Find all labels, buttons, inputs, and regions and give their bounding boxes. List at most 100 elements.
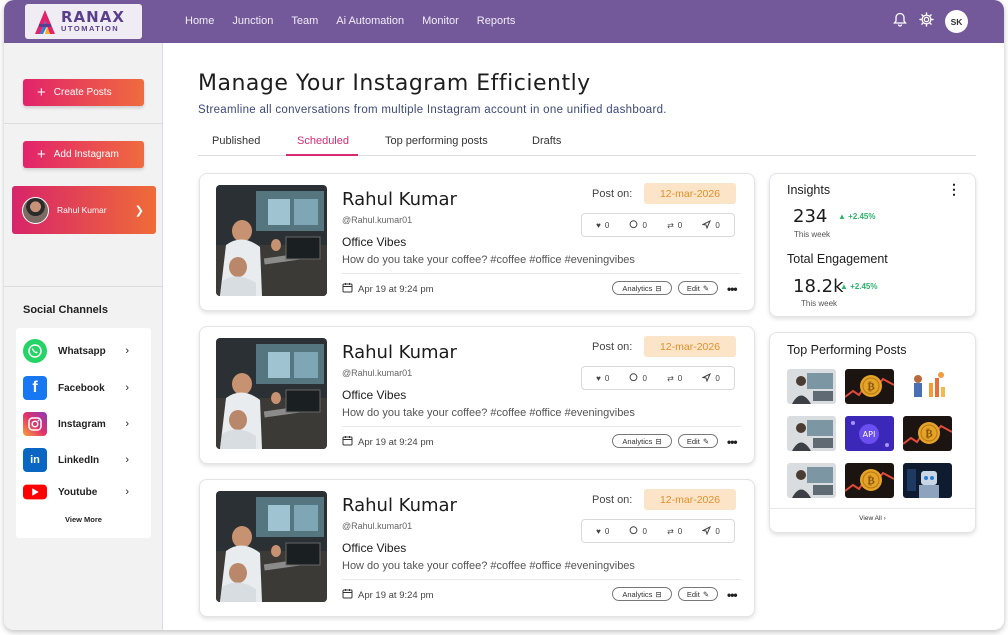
nav-junction[interactable]: Junction [232, 15, 273, 27]
tab-top-performing-posts[interactable]: Top performing posts [385, 135, 488, 147]
channel-label: Instagram [58, 418, 106, 430]
likes-stat[interactable]: ♥ 0 [596, 527, 609, 536]
shares-stat[interactable]: 0 [701, 219, 720, 231]
post-image[interactable] [216, 338, 327, 449]
tab-published[interactable]: Published [212, 135, 260, 147]
repost-icon: ⇄ [667, 526, 674, 536]
reposts-stat[interactable]: ⇄ 0 [667, 221, 682, 230]
nav-reports[interactable]: Reports [477, 15, 516, 27]
comment-icon [629, 219, 638, 231]
shares-stat[interactable]: 0 [701, 372, 720, 384]
post-heading: Office Vibes [342, 541, 407, 555]
plus-icon: + [37, 84, 46, 101]
insights-panel: Insights ⋮ 234 ▲ +2.45% This week Total … [769, 173, 976, 317]
edit-button[interactable]: Edit ✎ [678, 587, 718, 601]
heart-icon: ♥ [596, 526, 601, 536]
repost-icon: ⇄ [667, 373, 674, 383]
svg-text:₿: ₿ [867, 380, 875, 393]
youtube-icon [23, 480, 47, 504]
channel-linkedin[interactable]: in LinkedIn › [23, 447, 143, 473]
comments-stat[interactable]: 0 [629, 372, 647, 384]
calendar-icon [342, 282, 353, 296]
post-date: Apr 19 at 9:24 pm [342, 435, 434, 449]
comments-stat[interactable]: 0 [629, 219, 647, 231]
post-date: Apr 19 at 9:24 pm [342, 282, 434, 296]
heart-icon: ♥ [596, 220, 601, 230]
edit-button[interactable]: Edit ✎ [678, 434, 718, 448]
likes-stat[interactable]: ♥ 0 [596, 221, 609, 230]
channel-whatsapp[interactable]: Whatsapp › [23, 338, 143, 364]
top-post-thumbnail[interactable] [903, 463, 952, 498]
view-more-link[interactable]: View More [16, 515, 151, 524]
edit-button[interactable]: Edit ✎ [678, 281, 718, 295]
shares-stat[interactable]: 0 [701, 525, 720, 537]
gear-icon[interactable] [918, 11, 934, 27]
top-post-thumbnail[interactable] [787, 369, 836, 404]
svg-text:₿: ₿ [867, 474, 875, 487]
top-post-thumbnail[interactable]: ₿ [845, 463, 894, 498]
reposts-stat[interactable]: ⇄ 0 [667, 527, 682, 536]
post-image[interactable] [216, 185, 327, 296]
post-divider [342, 273, 741, 274]
top-post-thumbnail[interactable] [787, 463, 836, 498]
more-horizontal-icon[interactable]: ••• [727, 435, 738, 449]
channel-facebook[interactable]: f Facebook › [23, 375, 143, 401]
top-post-thumbnail[interactable]: ₿ [845, 369, 894, 404]
calendar-icon [342, 435, 353, 449]
post-author-name: Rahul Kumar [342, 342, 457, 363]
tab-drafts[interactable]: Drafts [532, 135, 561, 147]
bell-icon[interactable] [892, 11, 908, 27]
user-avatar[interactable]: SK [945, 10, 968, 33]
chevron-right-icon: › [125, 418, 129, 430]
nav-home[interactable]: Home [185, 15, 214, 27]
channel-instagram[interactable]: Instagram › [23, 411, 143, 437]
channel-label: Whatsapp [58, 345, 106, 357]
analytics-button[interactable]: Analytics ⊟ [612, 281, 672, 295]
post-image[interactable] [216, 491, 327, 602]
engagement-growth: ▲ +2.45% [840, 282, 878, 291]
more-horizontal-icon[interactable]: ••• [727, 588, 738, 602]
nav-ai-automation[interactable]: Ai Automation [336, 15, 404, 27]
analytics-icon: ⊟ [655, 436, 662, 446]
main-nav: Home Junction Team Ai Automation Monitor… [185, 15, 515, 27]
create-posts-button[interactable]: + Create Posts [23, 79, 144, 106]
scheduled-date-badge: 12-mar-2026 [644, 336, 736, 357]
post-divider [342, 579, 741, 580]
post-caption: How do you take your coffee? #coffee #of… [342, 254, 635, 266]
comments-stat[interactable]: 0 [629, 525, 647, 537]
more-horizontal-icon[interactable]: ••• [727, 282, 738, 296]
analytics-button[interactable]: Analytics ⊟ [612, 434, 672, 448]
comment-icon [629, 372, 638, 384]
analytics-button[interactable]: Analytics ⊟ [612, 587, 672, 601]
more-vertical-icon[interactable]: ⋮ [947, 182, 961, 196]
channel-youtube[interactable]: Youtube › [23, 479, 143, 505]
linkedin-icon: in [23, 448, 47, 472]
reposts-stat[interactable]: ⇄ 0 [667, 374, 682, 383]
nav-monitor[interactable]: Monitor [422, 15, 459, 27]
repost-icon: ⇄ [667, 220, 674, 230]
view-all-link[interactable]: View All › [770, 515, 975, 522]
send-icon [701, 372, 712, 384]
post-heading: Office Vibes [342, 235, 407, 249]
post-caption: How do you take your coffee? #coffee #of… [342, 560, 635, 572]
post-author-name: Rahul Kumar [342, 189, 457, 210]
brand-logo[interactable]: RANAX UTOMATION [25, 4, 142, 39]
plus-icon: + [37, 146, 46, 163]
sidebar-divider [4, 123, 163, 124]
profile-avatar [22, 196, 49, 224]
post-author-handle: @Rahul.kumar01 [342, 521, 413, 531]
followers-value: 234 [793, 206, 828, 227]
engagement-period: This week [801, 299, 838, 308]
nav-team[interactable]: Team [291, 15, 318, 27]
top-post-thumbnail[interactable] [903, 369, 952, 404]
likes-stat[interactable]: ♥ 0 [596, 374, 609, 383]
top-post-thumbnail[interactable] [787, 416, 836, 451]
add-instagram-button[interactable]: + Add Instagram [23, 141, 144, 168]
tab-scheduled[interactable]: Scheduled [297, 135, 349, 147]
page-subtitle: Streamline all conversations from multip… [198, 104, 667, 116]
pencil-icon: ✎ [702, 436, 710, 446]
top-post-thumbnail[interactable]: API [845, 416, 894, 451]
top-post-thumbnail[interactable]: ₿ [903, 416, 952, 451]
profile-card[interactable]: Rahul Kumar ❯ [12, 186, 156, 234]
comment-icon [629, 525, 638, 537]
